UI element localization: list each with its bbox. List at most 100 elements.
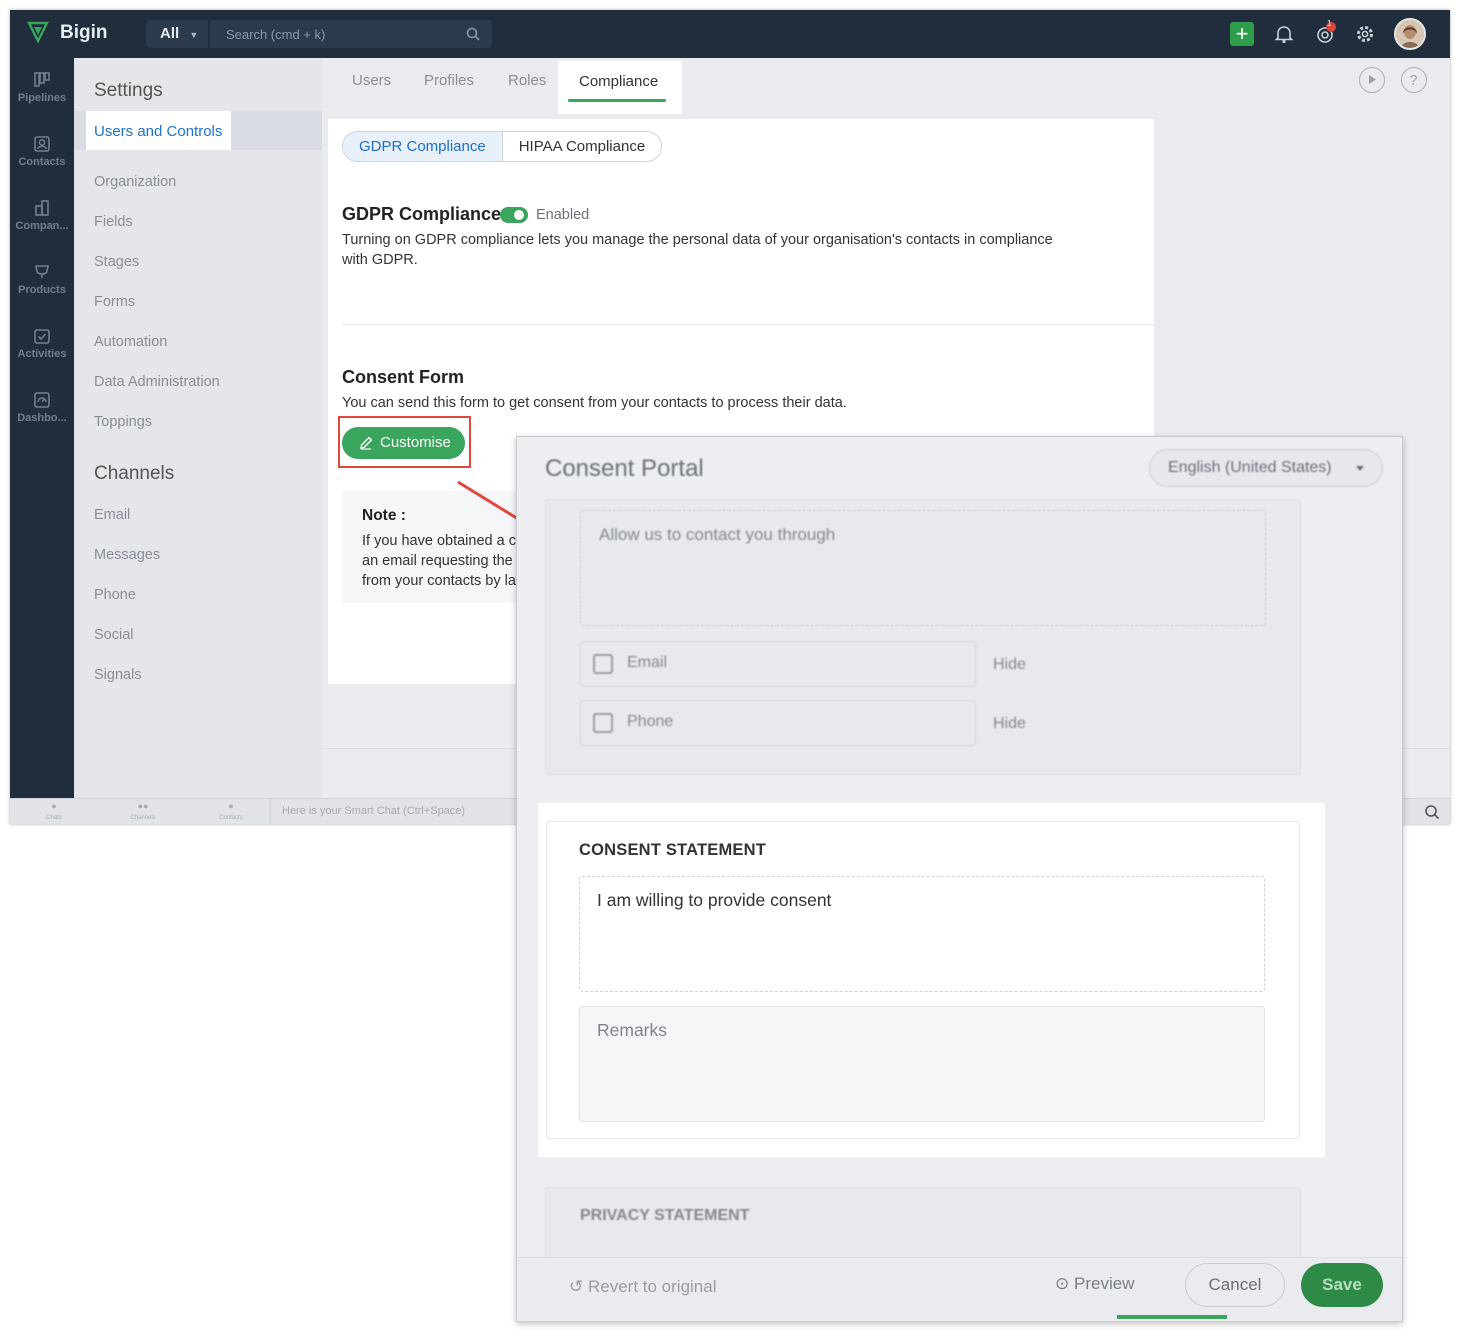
chevron-down-icon: ▼: [189, 30, 199, 40]
contacts-icon: [34, 136, 50, 152]
rail-label: Pipelines: [17, 92, 67, 104]
module-rail: Pipelines Contacts Compan... Products Ac…: [10, 58, 74, 798]
search-icon: [466, 27, 480, 41]
note-line-3: from your contacts by la: [362, 573, 516, 589]
bottom-channels-item[interactable]: ●● Channels: [128, 801, 158, 821]
rail-item-contacts[interactable]: Contacts: [10, 134, 74, 168]
quick-create-button[interactable]: +: [1230, 22, 1254, 46]
bottom-chats-label: Chats: [46, 815, 62, 821]
sidebar-item-phone[interactable]: Phone: [94, 587, 136, 603]
remarks-input[interactable]: Remarks: [579, 1006, 1265, 1122]
help-button[interactable]: ?: [1401, 67, 1427, 93]
sidebar-item-social[interactable]: Social: [94, 627, 134, 643]
gdpr-toggle[interactable]: [500, 207, 528, 223]
tab-compliance[interactable]: Compliance: [558, 61, 682, 114]
sidebar-item-fields[interactable]: Fields: [94, 214, 133, 230]
consent-portal-title: Consent Portal: [545, 455, 704, 482]
settings-sidebar: Settings Users and Controls Organization…: [74, 58, 322, 798]
tab-profiles[interactable]: Profiles: [424, 72, 474, 89]
gdpr-title: GDPR Compliance: [342, 204, 502, 224]
rail-label: Activities: [17, 348, 67, 360]
consent-statement-text: I am willing to provide consent: [597, 890, 832, 910]
consent-form-title: Consent Form: [342, 367, 465, 387]
rail-item-companies[interactable]: Compan...: [10, 198, 74, 232]
bottom-search-icon[interactable]: [1424, 804, 1440, 820]
tab-roles[interactable]: Roles: [508, 72, 546, 89]
email-hide-link[interactable]: Hide: [993, 656, 1026, 674]
segment-gdpr-compliance[interactable]: GDPR Compliance: [343, 132, 503, 161]
save-button[interactable]: Save: [1301, 1263, 1383, 1307]
footer-green-accent: [1117, 1315, 1227, 1319]
consent-statement-title: CONSENT STATEMENT: [579, 841, 767, 859]
channels-title: Channels: [94, 463, 175, 484]
cancel-button[interactable]: Cancel: [1185, 1263, 1285, 1307]
customise-label: Customise: [380, 434, 451, 451]
user-avatar[interactable]: [1394, 18, 1426, 50]
sidebar-item-messages[interactable]: Messages: [94, 547, 160, 563]
all-filter-button[interactable]: All ▼: [146, 20, 208, 48]
gdpr-description-line-1: Turning on GDPR compliance lets you mana…: [342, 232, 1053, 248]
sidebar-item-signals[interactable]: Signals: [94, 667, 142, 683]
bell-icon[interactable]: [1272, 22, 1296, 46]
preview-label: Preview: [1073, 1274, 1135, 1293]
phone-hide-link[interactable]: Hide: [993, 715, 1026, 733]
segment-hipaa-compliance[interactable]: HIPAA Compliance: [503, 132, 661, 161]
phone-checkbox[interactable]: [593, 713, 613, 733]
language-select[interactable]: English (United States): [1149, 449, 1383, 487]
rail-item-products[interactable]: Products: [10, 262, 74, 296]
consent-statement-input[interactable]: I am willing to provide consent: [579, 876, 1265, 992]
customise-button[interactable]: Customise: [342, 427, 465, 459]
preview-button[interactable]: ⊙ Preview: [1055, 1274, 1134, 1294]
all-filter-label: All: [160, 25, 180, 42]
bottom-contacts-item[interactable]: ● Contacts: [216, 801, 246, 821]
revert-to-original-button[interactable]: ↺ Revert to original: [569, 1277, 717, 1297]
gear-icon[interactable]: [1353, 22, 1377, 46]
sidebar-item-forms[interactable]: Forms: [94, 294, 135, 310]
avatar-portrait-icon: [1396, 20, 1424, 48]
products-icon: [35, 265, 49, 278]
sidebar-item-users-and-controls[interactable]: Users and Controls: [86, 111, 231, 150]
note-line-2: an email requesting the: [362, 553, 513, 569]
consent-statement-highlight: CONSENT STATEMENT I am willing to provid…: [538, 803, 1325, 1157]
rail-label: Compan...: [15, 220, 69, 232]
phone-option-label: Phone: [627, 713, 674, 730]
rail-item-dashboards[interactable]: Dashbo...: [10, 390, 74, 424]
search-input[interactable]: Search (cmd + k): [210, 20, 492, 48]
companies-icon: [35, 200, 49, 216]
smart-chat-input[interactable]: Here is your Smart Chat (Ctrl+Space): [282, 805, 465, 817]
sidebar-item-toppings[interactable]: Toppings: [94, 414, 152, 430]
play-tour-button[interactable]: [1359, 67, 1385, 93]
consent-form-description: You can send this form to get consent fr…: [342, 395, 847, 411]
privacy-statement-title: PRIVACY STATEMENT: [580, 1207, 750, 1224]
search-placeholder: Search (cmd + k): [226, 27, 326, 42]
privacy-statement-card: [545, 1187, 1301, 1267]
sidebar-item-organization[interactable]: Organization: [94, 174, 176, 190]
settings-title: Settings: [94, 80, 163, 101]
sidebar-item-data-administration[interactable]: Data Administration: [94, 374, 220, 390]
sidebar-item-stages[interactable]: Stages: [94, 254, 139, 270]
help-icon: ?: [1410, 72, 1418, 88]
modal-footer: ↺ Revert to original ⊙ Preview Cancel Sa…: [517, 1257, 1402, 1321]
contact-through-text[interactable]: Allow us to contact you through: [580, 510, 1266, 626]
plus-icon: +: [1235, 21, 1249, 46]
sidebar-item-email[interactable]: Email: [94, 507, 130, 523]
rail-item-activities[interactable]: Activities: [10, 326, 74, 360]
email-option-label: Email: [627, 654, 668, 671]
phone-option-field[interactable]: Phone: [580, 700, 976, 746]
chevron-down-icon: [1356, 466, 1364, 471]
note-title: Note :: [362, 507, 406, 524]
rail-item-pipelines[interactable]: Pipelines: [10, 70, 74, 104]
pencil-icon: [360, 436, 373, 450]
sidebar-item-automation[interactable]: Automation: [94, 334, 167, 350]
activities-icon: [34, 329, 50, 344]
language-value: English (United States): [1168, 459, 1332, 476]
bottom-chats-item[interactable]: ● Chats: [44, 801, 64, 821]
email-checkbox[interactable]: [593, 654, 613, 674]
email-option-field[interactable]: Email: [580, 641, 976, 687]
tab-users[interactable]: Users: [352, 72, 391, 89]
compliance-segment-control: GDPR Compliance HIPAA Compliance: [342, 131, 663, 162]
contact-through-label: Allow us to contact you through: [599, 525, 836, 544]
rail-label: Products: [18, 284, 66, 296]
activity-target-icon[interactable]: [1313, 22, 1337, 46]
top-bar: Bigin All ▼ Search (cmd + k) + 1: [10, 10, 1450, 58]
